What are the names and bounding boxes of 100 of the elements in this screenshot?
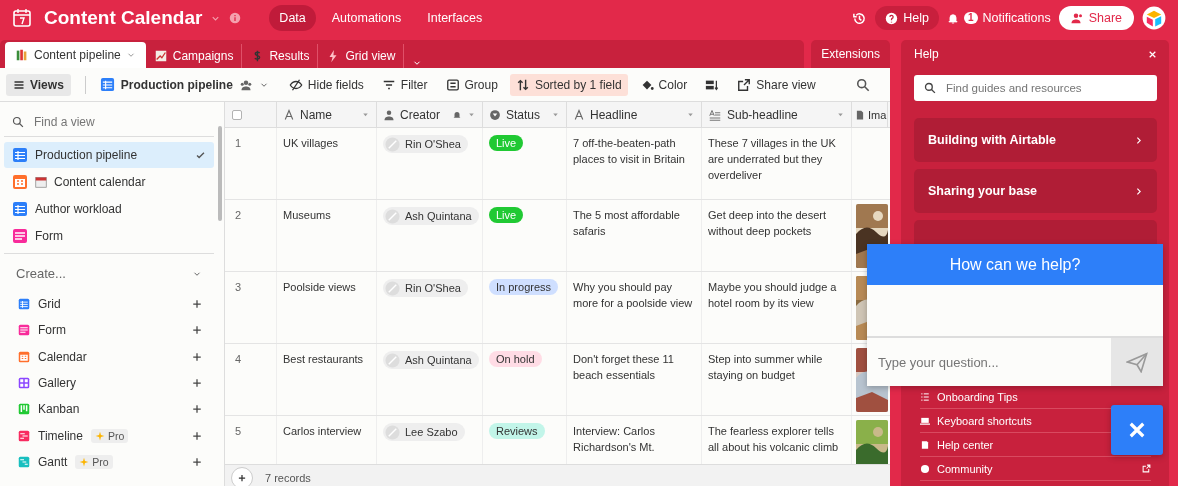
plus-icon [237,472,247,483]
bell-icon [947,11,959,25]
table-cell: The 5 most affordable safaris [567,200,702,271]
group-button[interactable]: Group [439,73,504,96]
table-cell: Poolside views [277,272,377,343]
create-label: Create... [16,266,66,281]
calendar-view-icon [12,174,28,190]
table-cell: Step into summer while staying on budget [702,344,852,415]
view-item[interactable]: Author workload [4,196,214,222]
help-link[interactable]: Keyboard shortcuts [920,414,1032,427]
plus-icon [192,430,202,441]
view-item[interactable]: Form [4,223,214,249]
plus-icon [192,325,202,336]
pro-badge: Pro [90,428,129,443]
history-icon [852,10,868,26]
send-button[interactable] [1111,338,1163,386]
dropdown-icon [836,110,845,119]
help-topic-card[interactable]: Sharing your base [914,169,1157,213]
avatar-icon [385,424,400,440]
notifications-button[interactable]: 1 Notifications [947,11,1051,25]
notifications-label: Notifications [982,11,1051,25]
people-icon [238,78,253,91]
status-field-icon [489,108,501,121]
help-search-field[interactable]: Find guides and resources [914,75,1157,101]
row-number: 2 [225,200,277,271]
close-button[interactable] [1148,49,1157,59]
create-view-item[interactable]: Calendar [4,343,214,370]
view-item[interactable]: Content calendar [4,169,214,195]
table-cell: Why you should pay more for a poolside view [567,272,702,343]
create-view-item[interactable]: Form [4,317,214,344]
grid-view-icon [99,77,115,92]
status-pill: On hold [489,351,542,367]
text-field-icon [283,108,295,121]
row-number: 4 [225,344,277,415]
view-switcher[interactable]: Production pipeline [99,77,269,92]
create-view-item[interactable]: Gallery [4,369,214,397]
find-view-field[interactable]: Find a view [32,114,182,130]
long-text-icon [708,108,722,121]
share-button[interactable]: Share [1058,6,1134,30]
table-cell: Get deep into the desert without deep pockets [702,200,852,271]
scrollbar[interactable] [218,126,222,221]
create-view-item[interactable]: Timeline Pro [4,422,214,449]
status-pill: Live [489,135,524,151]
column-header[interactable]: Ima [852,102,888,127]
view-item[interactable]: Production pipeline [4,142,214,168]
status-pill: In progress [489,279,559,295]
column-header[interactable]: Name [277,102,377,127]
share-button[interactable]: Share view [731,73,822,96]
dropdown-icon [551,110,560,119]
hide-fields-icon [288,77,303,92]
notification-count: 1 [964,12,978,24]
question-field[interactable]: Type your question... [867,338,1111,386]
nav-tab[interactable]: Interfaces [417,5,493,31]
help-topic-card[interactable]: Building with Airtable [914,118,1157,162]
book-icon [920,439,930,450]
add-record-button[interactable] [231,466,253,486]
nav-tab[interactable]: Automations [321,5,412,31]
column-header[interactable]: Creator [377,102,483,127]
row-number: 3 [225,272,277,343]
share-icon [737,77,752,92]
table-cell: These 7 villages in the UK are underrated but they overdeliver [702,128,852,199]
list-icon [920,391,930,402]
column-header[interactable]: Status [483,102,567,127]
pro-badge: Pro [75,454,113,469]
create-view-item[interactable]: Kanban [4,396,214,423]
form-view-icon [18,324,30,337]
help-search-field[interactable]: Find guides and resources [944,81,1144,95]
send-icon [1126,351,1148,373]
help-button[interactable]: Help [875,6,939,30]
sort-button[interactable]: Sorted by 1 field [509,73,628,96]
column-header[interactable]: Sub-headline [702,102,852,127]
create-view-item[interactable]: Grid [4,291,214,318]
column-header[interactable]: Headline [567,102,702,127]
hide-button[interactable]: Hide fields [282,73,370,96]
calendar-view-icon [18,350,30,363]
user-chip: Ash Quintana [383,207,479,225]
close-chat-button[interactable] [1111,405,1163,455]
filter-button[interactable]: Filter [375,73,434,96]
color-button[interactable]: Color [633,73,694,96]
panel-title: Help [914,47,939,61]
table-cell: Museums [277,200,377,271]
table-tab[interactable]: Content pipeline [5,42,146,68]
avatar-icon [385,280,400,296]
bell-icon [452,109,462,120]
views-button[interactable]: Views [6,73,71,96]
text-field-icon [573,108,585,121]
close-icon [1127,420,1147,440]
row-number: 1 [225,128,277,199]
calendar-icon [35,176,47,188]
kanban-view-icon [18,403,30,416]
help-link[interactable]: Help center [920,438,994,451]
help-link[interactable]: Community [920,462,993,475]
group-icon [445,77,460,92]
create-view-item[interactable]: Gantt Pro [4,448,214,476]
plus-icon [192,351,202,362]
help-link[interactable]: Onboarding Tips [920,390,1018,403]
search-icon [12,116,24,128]
extensions-tab[interactable]: Extensions [811,40,890,68]
nav-tab[interactable]: Data [269,5,316,31]
base-title[interactable]: Content Calendar [44,7,203,29]
